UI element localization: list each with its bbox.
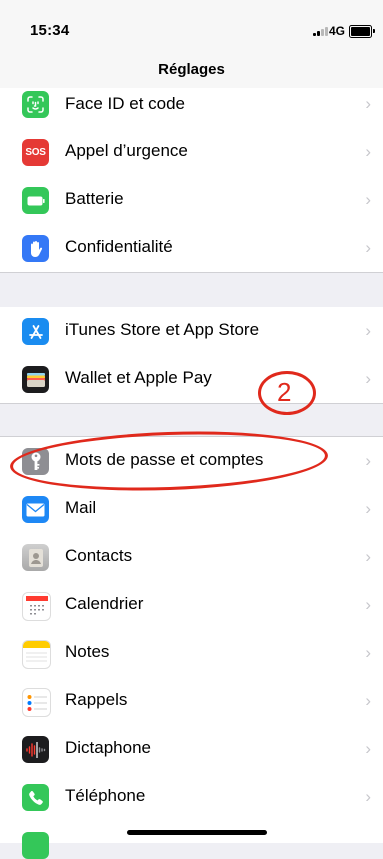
app-store-icon [22,318,49,345]
navigation-bar: Réglages [0,52,383,89]
row-voice-memos[interactable]: Dictaphone › [0,725,383,773]
sos-icon: SOS [22,139,49,166]
wallet-icon [22,366,49,393]
row-label: Batterie [65,189,124,208]
battery-icon [22,187,49,214]
row-phone[interactable]: Téléphone › [0,773,383,821]
chevron-right-icon: › [365,595,371,614]
row-privacy[interactable]: Confidentialité › [0,224,383,272]
contacts-icon [22,544,49,571]
chevron-right-icon: › [365,643,371,662]
row-label: Notes [65,642,110,661]
chevron-right-icon: › [365,739,371,758]
chevron-right-icon: › [365,499,371,518]
chevron-right-icon: › [365,369,371,388]
row-label: Calendrier [65,594,144,613]
network-type: 4G [329,24,346,38]
home-indicator[interactable] [127,830,267,835]
row-label: iTunes Store et App Store [65,320,260,339]
cellular-signal-icon [313,27,328,36]
annotation-step-number: 2 [277,377,292,407]
hand-icon [22,235,49,262]
chevron-right-icon: › [365,190,371,209]
chevron-right-icon: › [365,142,371,161]
row-label: Mail [65,498,97,517]
row-notes[interactable]: Notes › [0,629,383,677]
face-id-icon [22,91,49,118]
chevron-right-icon: › [365,547,371,566]
row-label: Face ID et code [65,94,186,113]
phone-icon [22,784,49,811]
row-battery[interactable]: Batterie › [0,176,383,224]
row-mail[interactable]: Mail › [0,485,383,533]
row-label: Contacts [65,546,133,565]
page-title: Réglages [158,61,225,78]
messages-icon [22,832,49,859]
chevron-right-icon: › [365,787,371,806]
row-label: Appel d’urgence [65,141,188,160]
row-label: Confidentialité [65,237,173,256]
row-wallet-apple-pay[interactable]: Wallet et Apple Pay › [0,355,383,403]
chevron-right-icon: › [365,238,371,257]
chevron-right-icon: › [365,94,371,113]
battery-status-icon [349,25,375,38]
chevron-right-icon: › [365,321,371,340]
row-calendar[interactable]: Calendrier › [0,581,383,629]
row-label: Wallet et Apple Pay [65,368,212,387]
row-label: Dictaphone [65,738,152,757]
chevron-right-icon: › [365,451,371,470]
row-label: Rappels [65,690,128,709]
status-bar: 15:34 4G [0,0,383,52]
section-spacer [0,272,383,308]
reminders-icon [22,688,51,717]
row-label: Téléphone [65,786,146,805]
row-itunes-app-store[interactable]: iTunes Store et App Store › [0,307,383,355]
chevron-right-icon: › [365,691,371,710]
status-time: 15:34 [30,22,70,39]
row-face-id[interactable]: Face ID et code › [0,88,383,128]
row-emergency-sos[interactable]: SOS Appel d’urgence › [0,128,383,176]
voice-memos-icon [22,736,49,763]
row-reminders[interactable]: Rappels › [0,677,383,725]
calendar-icon [22,592,51,621]
row-contacts[interactable]: Contacts › [0,533,383,581]
mail-icon [22,496,49,523]
notes-icon [22,640,51,669]
